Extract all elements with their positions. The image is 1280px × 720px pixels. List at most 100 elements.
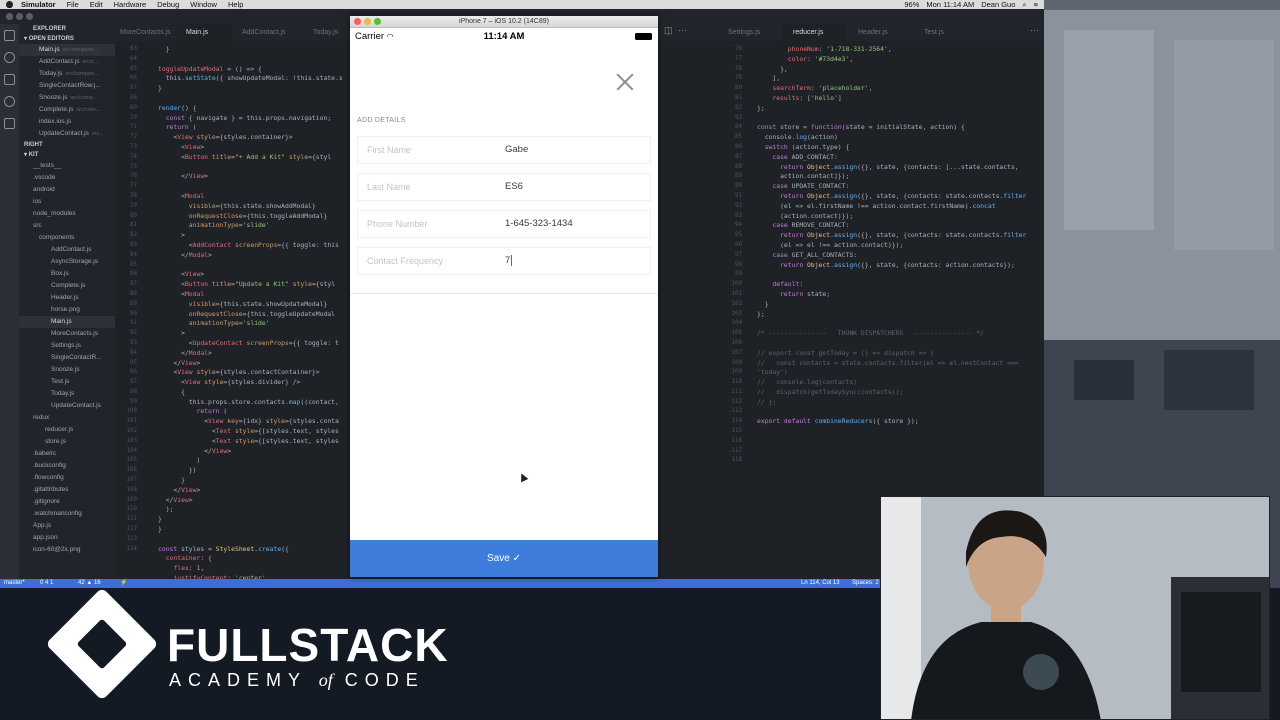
open-editor-item[interactable]: index.ios.js [19,116,115,128]
close-icon[interactable] [616,73,634,91]
split-editor-icon[interactable]: ◫ [664,25,673,36]
file-tree-item[interactable]: horse.png [19,304,115,316]
file-tree-item[interactable]: ios [19,196,115,208]
sim-zoom-button[interactable] [374,18,381,25]
file-tree-item[interactable]: redux [19,412,115,424]
phone-number-field[interactable]: Phone Number 1-645-323-1434 [357,210,651,238]
sim-close-button[interactable] [354,18,361,25]
window-minimize-button[interactable] [16,13,23,20]
file-tree-item[interactable]: Test.js [19,376,115,388]
tab-reducer[interactable]: reducer.js [782,24,846,41]
file-tree-item[interactable]: .buckconfig [19,460,115,472]
code-text-reducer[interactable]: phoneNum: '1-718-331-2564', color: '#73d… [757,45,1026,427]
right-heading[interactable]: RIGHT [19,140,115,150]
file-tree-item[interactable]: icon-60@2x.png [19,544,115,556]
tab-main[interactable]: Main.js [177,24,233,41]
battery-percent[interactable]: 96% [904,0,919,9]
list-icon[interactable]: ≡ [1034,0,1038,9]
problems-count[interactable]: 42 ▲ 16 [78,579,101,588]
open-editor-item[interactable]: UpdateContact.js src... [19,128,115,140]
file-tree-item[interactable]: android [19,184,115,196]
open-editor-item[interactable]: AddContact.js src/c... [19,56,115,68]
tab-settings[interactable]: Settings.js [728,24,760,41]
debug-icon[interactable] [4,96,15,107]
file-tree-item[interactable]: Snooze.js [19,364,115,376]
kit-heading[interactable]: ▾ KIT [19,150,115,160]
menu-user[interactable]: Dean Guo [981,0,1015,9]
files-icon[interactable] [4,30,15,41]
file-tree-item[interactable]: components [19,232,115,244]
more-actions-icon[interactable]: ⋯ [678,25,687,36]
file-tree-item[interactable]: Header.js [19,292,115,304]
file-tree-item[interactable]: .vscode [19,172,115,184]
file-tree-item[interactable]: MoreContacts.js [19,328,115,340]
search-icon[interactable] [4,52,15,63]
contact-frequency-field[interactable]: Contact Frequency 7 [357,247,651,275]
menu-file[interactable]: File [67,0,79,9]
open-editor-item[interactable]: Main.js src/compone... [19,44,115,56]
menu-debug[interactable]: Debug [157,0,179,9]
file-tree-item[interactable]: .flowconfig [19,472,115,484]
menu-hardware[interactable]: Hardware [114,0,147,9]
file-tree-item[interactable]: AddContact.js [19,244,115,256]
line-numbers: 63 64 65 66 67 68 69 70 71 72 73 74 75 7… [126,46,137,552]
file-tree-item[interactable]: SingleContactR... [19,352,115,364]
source-control-icon[interactable] [4,74,15,85]
tab-today[interactable]: Today.js [301,24,350,41]
file-tree-item[interactable]: App.js [19,520,115,532]
apple-icon[interactable] [6,1,13,8]
file-tree-item[interactable]: src [19,220,115,232]
file-tree-item[interactable]: node_modules [19,208,115,220]
tab-test[interactable]: Test.js [924,24,944,41]
tab-morecontacts[interactable]: MoreContacts.js [115,24,177,41]
file-tree-item[interactable]: Box.js [19,268,115,280]
window-close-button[interactable] [6,13,13,20]
open-editor-item[interactable]: Snooze.js src/comp... [19,92,115,104]
save-button[interactable]: Save ✓ [350,540,658,577]
sim-minimize-button[interactable] [364,18,371,25]
git-branch[interactable]: master* [4,579,25,588]
cursor-position[interactable]: Ln 114, Col 13 [801,579,840,588]
file-tree-item[interactable]: __tests__ [19,160,115,172]
menu-help[interactable]: Help [228,0,243,9]
open-editors-heading[interactable]: ▾ OPEN EDITORS [19,34,115,44]
open-editor-item[interactable]: Complete.js src/com... [19,104,115,116]
explorer-sidebar: EXPLORER ▾ OPEN EDITORS Main.js src/compo… [19,24,115,579]
open-editor-item[interactable]: Today.js src/compon... [19,68,115,80]
menu-window[interactable]: Window [190,0,217,9]
overflow-icon[interactable]: ⋯ [1030,25,1039,36]
window-zoom-button[interactable] [26,13,33,20]
menu-edit[interactable]: Edit [90,0,103,9]
file-tree-item[interactable]: .gitignore [19,496,115,508]
sync-status[interactable]: 0 4 1 [40,579,53,588]
file-tree-item[interactable]: Complete.js [19,280,115,292]
lightning-icon[interactable]: ⚡ [120,579,127,588]
tab-addcontact[interactable]: AddContact.js [233,24,301,41]
file-tree-item[interactable]: UpdateContact.js [19,400,115,412]
open-editor-item[interactable]: SingleContactRow.j... [19,80,115,92]
file-tree-item[interactable]: Settings.js [19,340,115,352]
field-value[interactable]: 1-645-323-1434 [505,218,573,229]
indentation[interactable]: Spaces: 2 [852,579,879,588]
first-name-field[interactable]: First Name Gabe [357,136,651,164]
file-tree-item[interactable]: reducer.js [19,424,115,436]
tab-header[interactable]: Header.js [858,24,888,41]
file-tree-item[interactable]: .watchmanconfig [19,508,115,520]
file-tree-item[interactable]: Main.js [19,316,115,328]
file-tree-item[interactable]: .gitattributes [19,484,115,496]
last-name-field[interactable]: Last Name ES6 [357,173,651,201]
field-value[interactable]: Gabe [505,144,528,155]
field-value[interactable]: ES6 [505,181,523,192]
code-editor-main[interactable]: 63 64 65 66 67 68 69 70 71 72 73 74 75 7… [115,41,350,579]
menu-app[interactable]: Simulator [21,0,56,9]
file-tree-item[interactable]: Today.js [19,388,115,400]
menu-clock[interactable]: Mon 11:14 AM [926,0,974,9]
file-tree-item[interactable]: AsyncStorage.js [19,256,115,268]
file-tree-item[interactable]: store.js [19,436,115,448]
file-tree-item[interactable]: app.json [19,532,115,544]
field-value[interactable]: 7 [505,255,513,266]
file-tree-item[interactable]: .babelrc [19,448,115,460]
extensions-icon[interactable] [4,118,15,129]
code-text-main[interactable]: } toggleUpdateModal = () => { this.setSt… [158,45,343,579]
search-icon[interactable]: ⌕ [1022,0,1026,9]
